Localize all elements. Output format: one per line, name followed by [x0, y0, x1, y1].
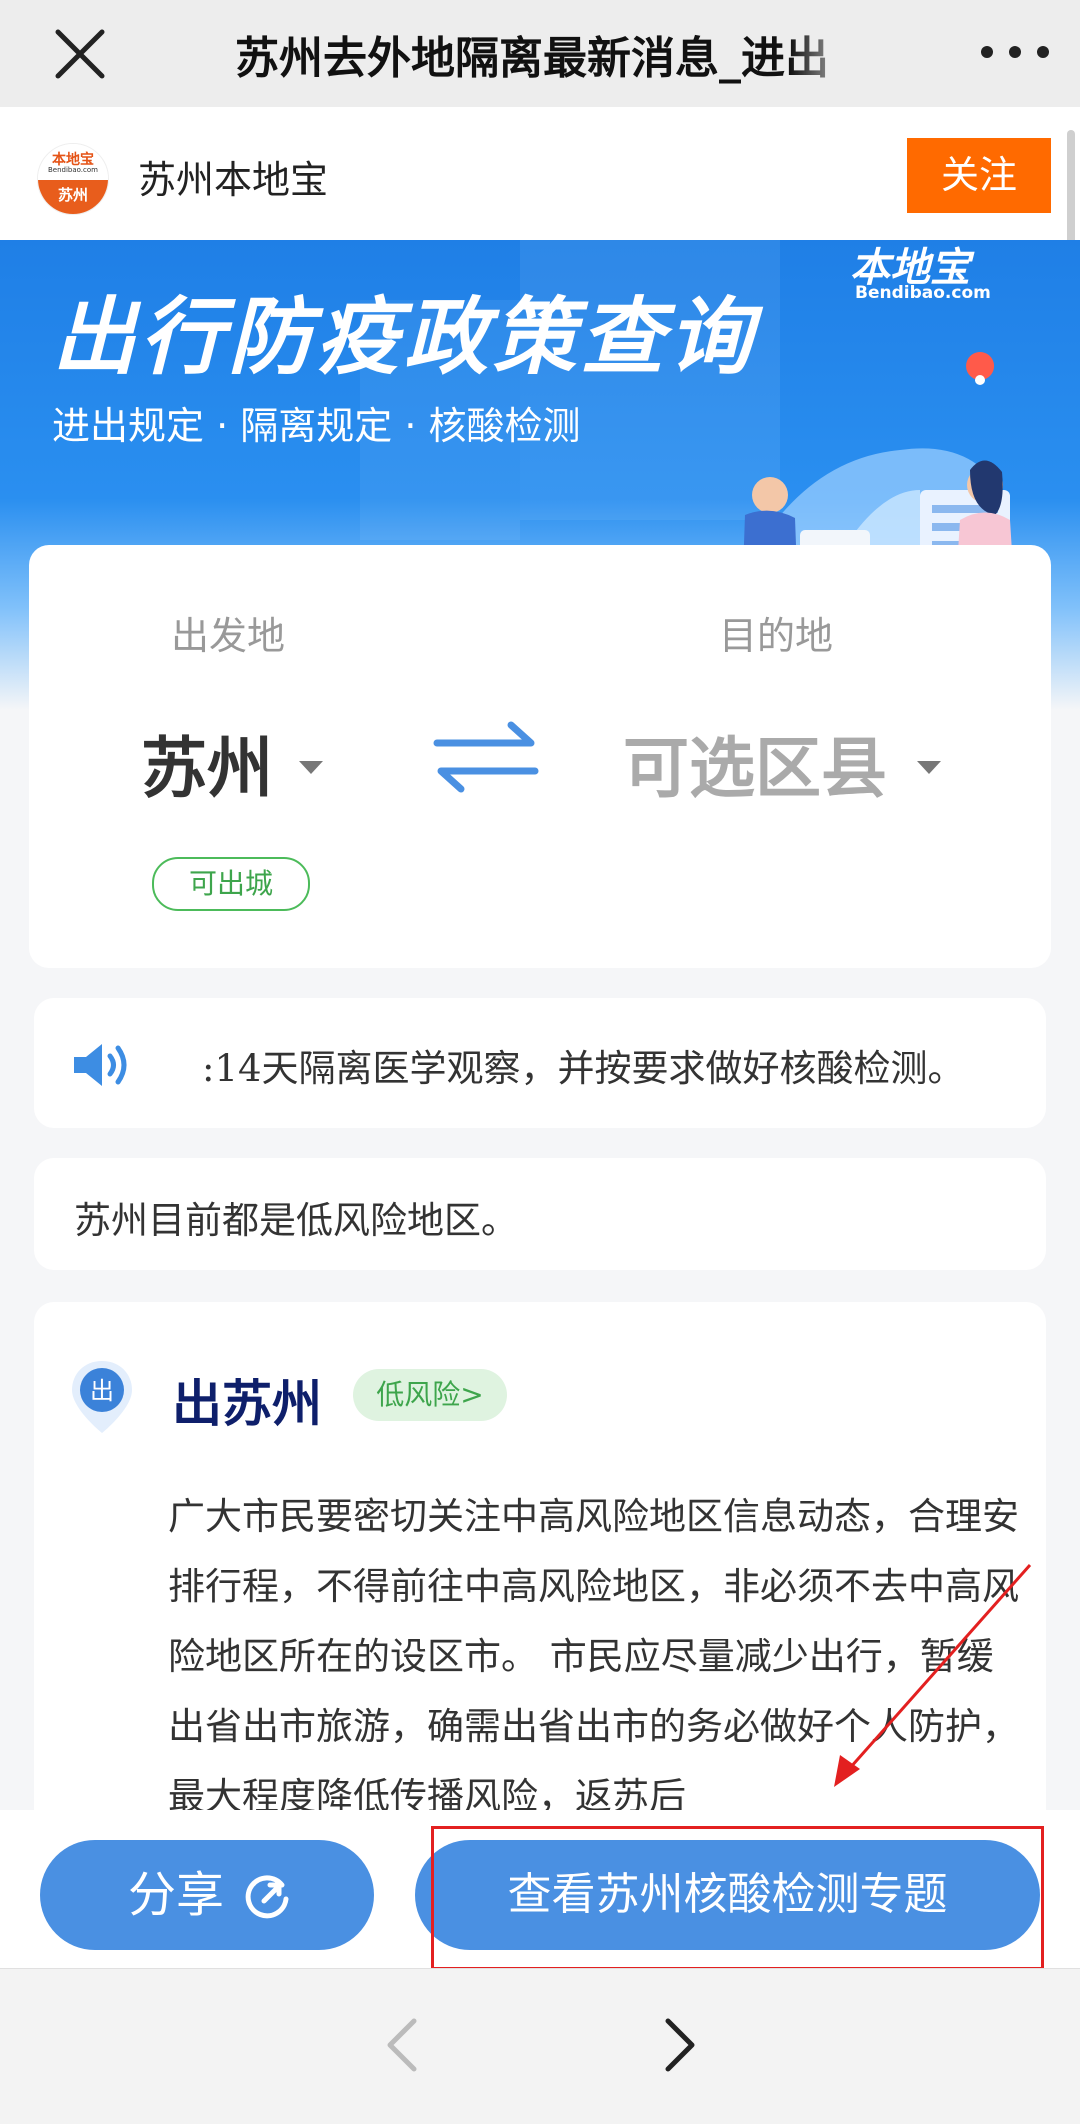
share-button-label: 分享 [128, 1867, 225, 1923]
logo-city: 苏州 [38, 180, 108, 214]
leave-city-title: 出苏州 [172, 1375, 322, 1433]
back-arrow-icon[interactable] [382, 2017, 422, 2073]
banner-subtitle: 进出规定 · 隔离规定 · 核酸检测 [52, 404, 581, 448]
speaker-icon [74, 1044, 127, 1086]
risk-level-badge[interactable]: 低风险> [353, 1369, 507, 1421]
close-icon[interactable] [50, 24, 110, 84]
more-options-icon[interactable] [975, 40, 1055, 64]
pin-char: 出 [90, 1377, 114, 1405]
origin-select[interactable]: 苏州 [141, 715, 273, 811]
forward-arrow-icon[interactable] [660, 2017, 700, 2073]
account-bar: 本地宝 Bendibao.com 苏州 苏州本地宝 关注 [0, 107, 1080, 240]
account-name[interactable]: 苏州本地宝 [138, 149, 328, 204]
browser-nav-bar [0, 1968, 1080, 2124]
notice-text: :14天隔离医学观察，并按要求做好核酸检测。 [202, 1047, 965, 1090]
account-logo[interactable]: 本地宝 Bendibao.com 苏州 [37, 143, 109, 215]
origin-dropdown-icon[interactable] [299, 761, 323, 774]
logo-url: Bendibao.com [47, 166, 98, 174]
share-icon [245, 1875, 289, 1919]
notice-bar: :14天隔离医学观察，并按要求做好核酸检测。 [34, 998, 1046, 1128]
origin-status-badge: 可出城 [152, 857, 310, 911]
page-title: 苏州去外地隔离最新消息_进出 [235, 33, 829, 84]
banner-brand-url: Bendibao.com [855, 283, 991, 303]
route-card: 出发地 目的地 苏州 可选区县 可出城 [29, 545, 1051, 968]
destination-select[interactable]: 可选区县 [623, 715, 887, 811]
risk-note-text: 苏州目前都是低风险地区。 [74, 1199, 518, 1242]
risk-note-card: 苏州目前都是低风险地区。 [34, 1158, 1046, 1270]
follow-button[interactable]: 关注 [907, 138, 1051, 213]
swap-icon[interactable] [431, 717, 541, 797]
leave-city-card: 出 出苏州 低风险> 广大市民要密切关注中高风险地区信息动态，合理安排行程，不得… [34, 1302, 1046, 1822]
action-bar: 分享 查看苏州核酸检测专题 [0, 1810, 1080, 1968]
location-pin-icon: 出 [72, 1361, 132, 1433]
leave-city-policy-text: 广大市民要密切关注中高风险地区信息动态，合理安排行程，不得前往中高风险地区，非必… [168, 1495, 1019, 1818]
destination-label: 目的地 [719, 614, 834, 658]
origin-label: 出发地 [171, 614, 286, 658]
banner-headline: 出行防疫政策查询 [52, 288, 757, 386]
share-button[interactable]: 分享 [40, 1840, 374, 1950]
destination-dropdown-icon[interactable] [917, 761, 941, 774]
title-bar: 苏州去外地隔离最新消息_进出 [0, 0, 1080, 107]
nucleic-test-topic-button[interactable]: 查看苏州核酸检测专题 [415, 1840, 1040, 1950]
